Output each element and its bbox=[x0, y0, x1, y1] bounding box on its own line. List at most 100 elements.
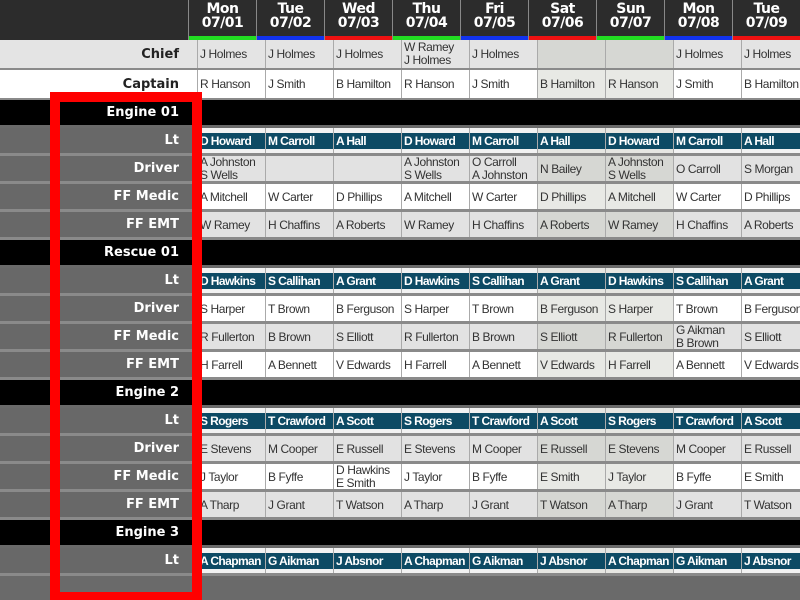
schedule-cell[interactable]: B Fyffe bbox=[673, 464, 741, 489]
schedule-cell[interactable]: A Hall bbox=[741, 128, 800, 153]
schedule-cell[interactable]: S Harper bbox=[605, 296, 673, 321]
schedule-cell[interactable]: B Ferguson bbox=[537, 296, 605, 321]
schedule-cell[interactable]: E Stevens bbox=[605, 436, 673, 461]
schedule-cell[interactable]: D Hawkins E Smith bbox=[333, 464, 401, 489]
schedule-cell[interactable]: J Holmes bbox=[673, 40, 741, 68]
schedule-cell[interactable]: S Elliott bbox=[333, 324, 401, 349]
schedule-cell[interactable]: T Watson bbox=[537, 492, 605, 517]
schedule-cell[interactable]: A Roberts bbox=[333, 212, 401, 237]
schedule-cell[interactable]: J Absnor bbox=[741, 548, 800, 573]
schedule-cell[interactable]: V Edwards bbox=[741, 352, 800, 377]
schedule-cell[interactable]: A Grant bbox=[333, 268, 401, 293]
schedule-cell[interactable]: J Holmes bbox=[333, 40, 401, 68]
schedule-cell[interactable]: A Bennett bbox=[673, 352, 741, 377]
schedule-cell[interactable]: H Chaffins bbox=[469, 212, 537, 237]
schedule-cell[interactable]: H Farrell bbox=[605, 352, 673, 377]
day-header[interactable]: Sat 07/06 bbox=[528, 0, 596, 40]
schedule-cell[interactable]: J Grant bbox=[673, 492, 741, 517]
schedule-cell[interactable]: J Taylor bbox=[605, 464, 673, 489]
schedule-cell[interactable]: A Hall bbox=[333, 128, 401, 153]
schedule-cell[interactable]: B Hamilton bbox=[537, 70, 605, 98]
schedule-cell[interactable]: B Fyffe bbox=[469, 464, 537, 489]
schedule-cell[interactable]: W Ramey bbox=[401, 212, 469, 237]
schedule-cell[interactable]: S Harper bbox=[197, 296, 265, 321]
schedule-cell[interactable]: T Watson bbox=[333, 492, 401, 517]
schedule-cell[interactable]: W Ramey J Holmes bbox=[401, 40, 469, 68]
schedule-cell[interactable]: A Bennett bbox=[265, 352, 333, 377]
schedule-cell[interactable]: A Mitchell bbox=[605, 184, 673, 209]
schedule-cell[interactable]: M Cooper bbox=[673, 436, 741, 461]
day-header[interactable]: Mon 07/08 bbox=[664, 0, 732, 40]
schedule-cell[interactable]: V Edwards bbox=[537, 352, 605, 377]
schedule-cell[interactable]: T Watson bbox=[741, 492, 800, 517]
schedule-cell[interactable]: J Absnor bbox=[333, 548, 401, 573]
schedule-cell[interactable]: M Carroll bbox=[469, 128, 537, 153]
schedule-cell[interactable]: J Holmes bbox=[197, 40, 265, 68]
schedule-cell[interactable] bbox=[605, 40, 673, 68]
schedule-cell[interactable]: A Tharp bbox=[197, 492, 265, 517]
schedule-cell[interactable]: T Brown bbox=[469, 296, 537, 321]
schedule-cell[interactable]: R Hanson bbox=[197, 70, 265, 98]
schedule-cell[interactable]: E Stevens bbox=[197, 436, 265, 461]
schedule-cell[interactable]: A Chapman bbox=[401, 548, 469, 573]
day-header[interactable]: Mon 07/01 bbox=[188, 0, 256, 40]
schedule-cell[interactable]: A Chapman bbox=[197, 548, 265, 573]
schedule-cell[interactable]: N Bailey bbox=[537, 156, 605, 181]
schedule-cell[interactable]: S Rogers bbox=[605, 408, 673, 433]
schedule-cell[interactable]: S Callihan bbox=[469, 268, 537, 293]
schedule-cell[interactable] bbox=[537, 40, 605, 68]
schedule-cell[interactable]: S Callihan bbox=[673, 268, 741, 293]
schedule-cell[interactable]: E Russell bbox=[333, 436, 401, 461]
schedule-cell[interactable]: A Bennett bbox=[469, 352, 537, 377]
schedule-cell[interactable]: D Hawkins bbox=[605, 268, 673, 293]
schedule-cell[interactable]: H Farrell bbox=[197, 352, 265, 377]
schedule-cell[interactable]: A Mitchell bbox=[197, 184, 265, 209]
schedule-cell[interactable]: A Scott bbox=[741, 408, 800, 433]
schedule-cell[interactable]: A Scott bbox=[537, 408, 605, 433]
schedule-cell[interactable]: V Edwards bbox=[333, 352, 401, 377]
schedule-cell[interactable]: M Carroll bbox=[673, 128, 741, 153]
schedule-cell[interactable]: S Morgan bbox=[741, 156, 800, 181]
schedule-cell[interactable]: H Farrell bbox=[401, 352, 469, 377]
schedule-cell[interactable]: J Grant bbox=[265, 492, 333, 517]
schedule-cell[interactable]: A Roberts bbox=[537, 212, 605, 237]
schedule-cell[interactable]: A Scott bbox=[333, 408, 401, 433]
schedule-cell[interactable]: D Hawkins bbox=[197, 268, 265, 293]
schedule-cell[interactable]: A Tharp bbox=[401, 492, 469, 517]
schedule-cell[interactable]: W Ramey bbox=[197, 212, 265, 237]
day-header[interactable]: Tue 07/09 bbox=[732, 0, 800, 40]
schedule-cell[interactable]: R Fullerton bbox=[401, 324, 469, 349]
schedule-cell[interactable]: E Smith bbox=[741, 464, 800, 489]
schedule-cell[interactable]: J Smith bbox=[469, 70, 537, 98]
schedule-cell[interactable]: E Russell bbox=[741, 436, 800, 461]
schedule-cell[interactable]: J Absnor bbox=[537, 548, 605, 573]
schedule-cell[interactable]: B Fyffe bbox=[265, 464, 333, 489]
schedule-cell[interactable]: G Aikman bbox=[469, 548, 537, 573]
schedule-cell[interactable]: A Roberts bbox=[741, 212, 800, 237]
schedule-cell[interactable]: D Hawkins bbox=[401, 268, 469, 293]
schedule-cell[interactable]: A Chapman bbox=[605, 548, 673, 573]
schedule-cell[interactable]: S Harper bbox=[401, 296, 469, 321]
schedule-cell[interactable]: D Phillips bbox=[333, 184, 401, 209]
schedule-cell[interactable]: E Russell bbox=[537, 436, 605, 461]
schedule-cell[interactable]: S Elliott bbox=[537, 324, 605, 349]
day-header[interactable]: Thu 07/04 bbox=[392, 0, 460, 40]
schedule-cell[interactable]: B Brown bbox=[469, 324, 537, 349]
schedule-cell[interactable]: S Elliott bbox=[741, 324, 800, 349]
schedule-cell[interactable]: S Callihan bbox=[265, 268, 333, 293]
schedule-cell[interactable]: G Aikman B Brown bbox=[673, 324, 741, 349]
schedule-cell[interactable]: A Tharp bbox=[605, 492, 673, 517]
schedule-cell[interactable]: S Rogers bbox=[401, 408, 469, 433]
schedule-cell[interactable]: A Mitchell bbox=[401, 184, 469, 209]
schedule-cell[interactable]: G Aikman bbox=[673, 548, 741, 573]
schedule-cell[interactable]: D Phillips bbox=[741, 184, 800, 209]
day-header[interactable]: Sun 07/07 bbox=[596, 0, 664, 40]
schedule-cell[interactable]: M Cooper bbox=[469, 436, 537, 461]
schedule-cell[interactable]: D Howard bbox=[197, 128, 265, 153]
schedule-cell[interactable]: B Hamilton bbox=[741, 70, 800, 98]
schedule-cell[interactable]: A Johnston S Wells bbox=[605, 156, 673, 181]
schedule-cell[interactable]: E Stevens bbox=[401, 436, 469, 461]
schedule-cell[interactable]: A Hall bbox=[537, 128, 605, 153]
schedule-cell[interactable]: W Carter bbox=[673, 184, 741, 209]
schedule-cell[interactable]: O Carroll bbox=[673, 156, 741, 181]
